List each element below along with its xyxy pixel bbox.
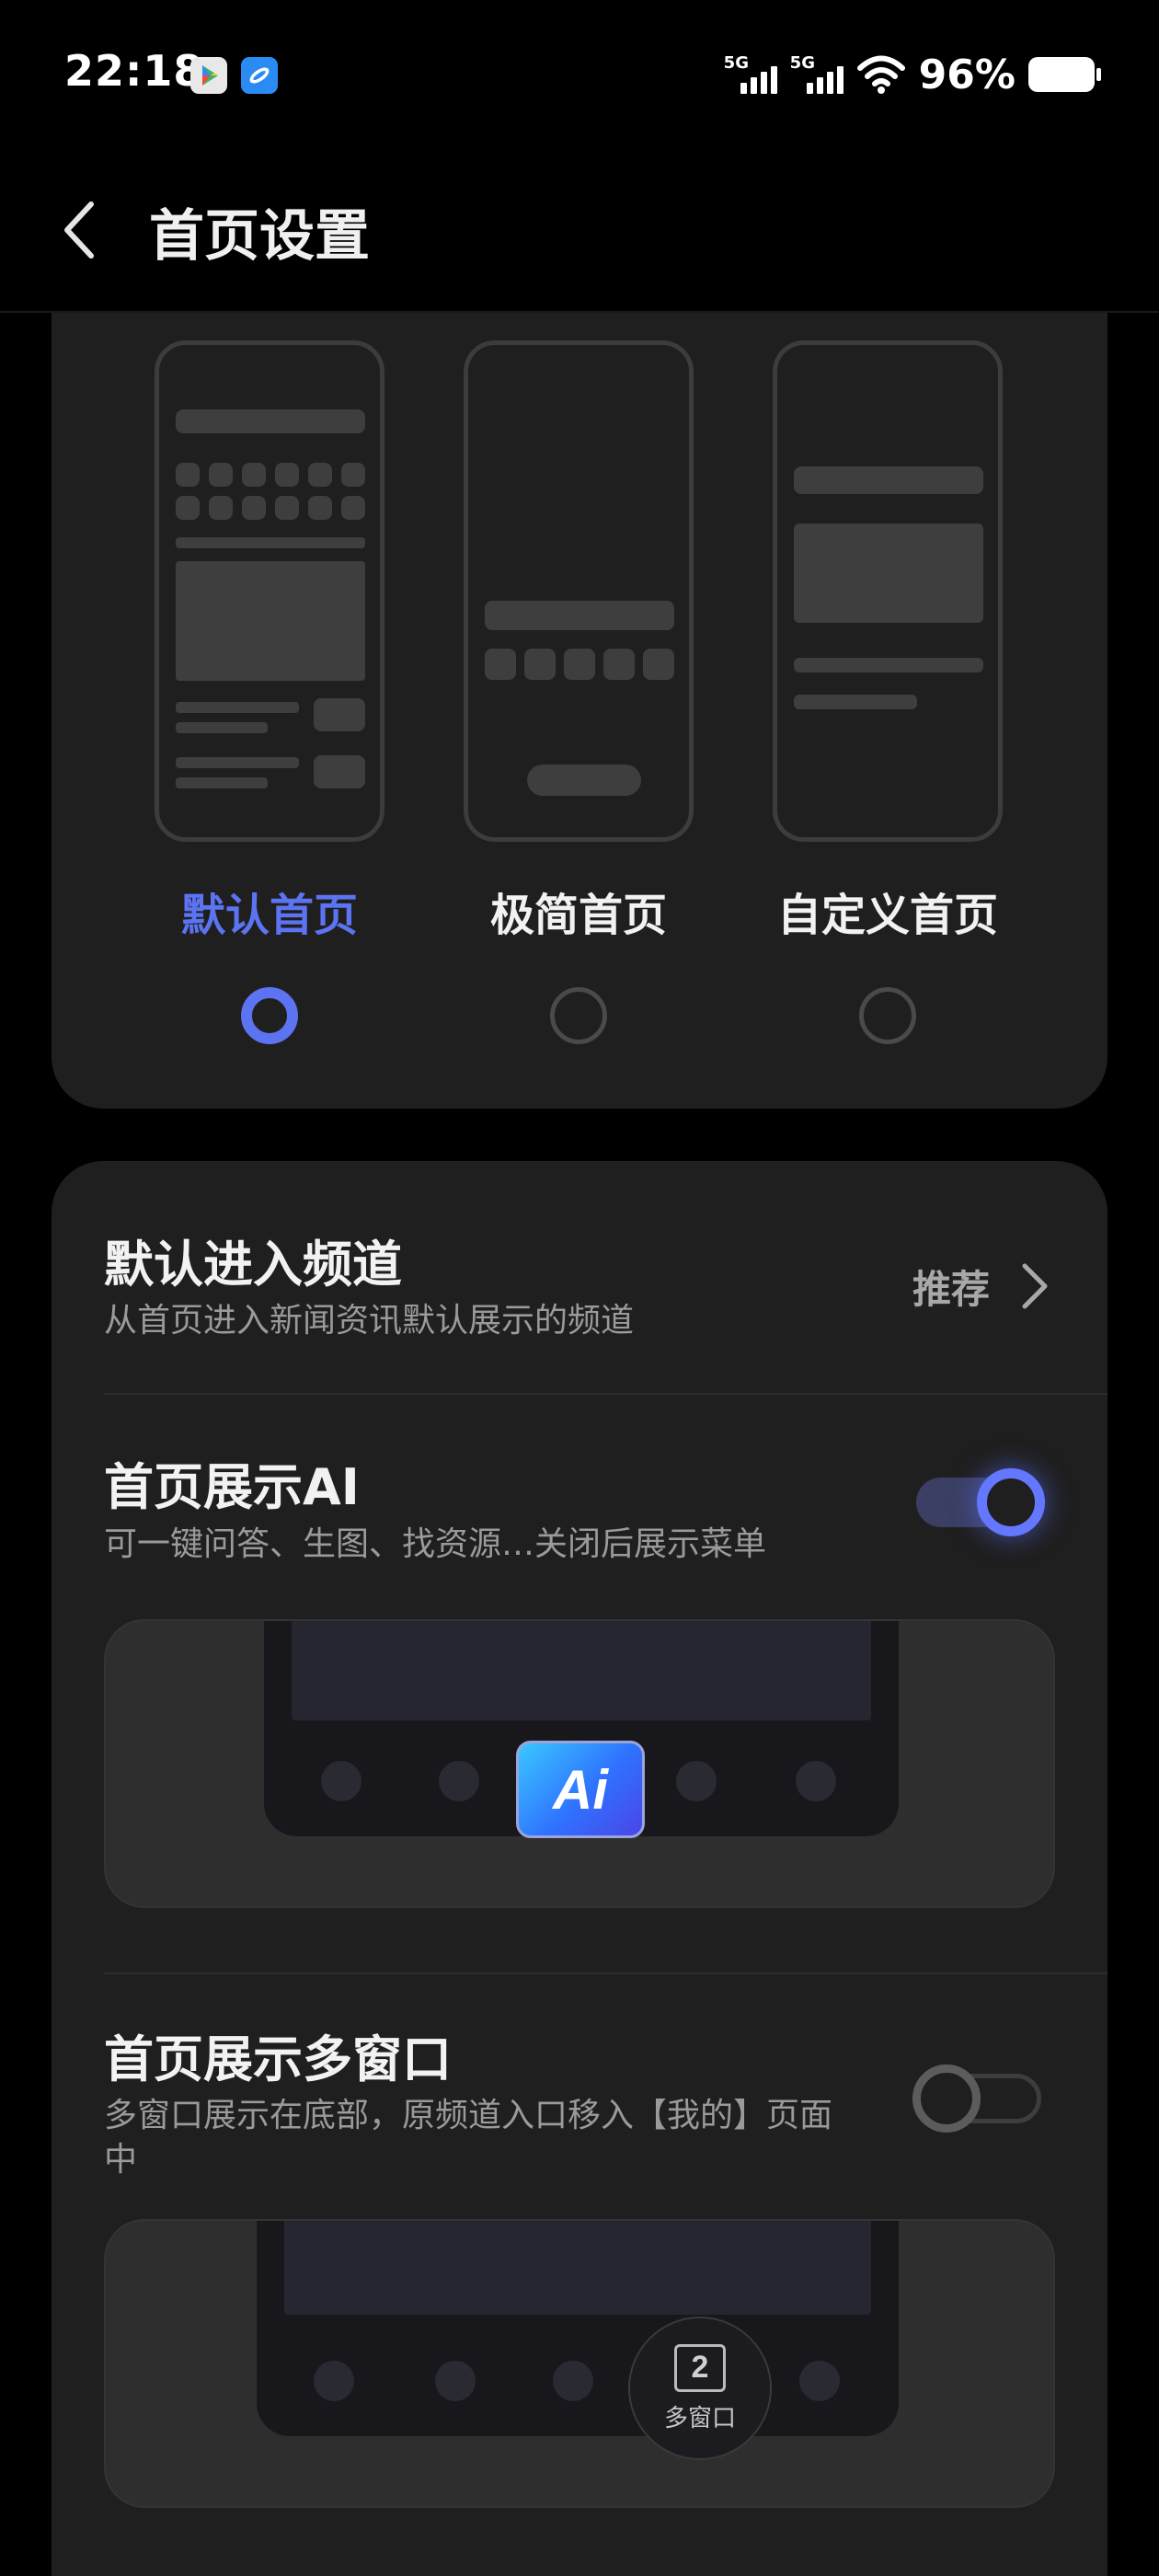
- show-ai-title: 首页展示AI: [104, 1458, 360, 1516]
- style-label-minimal[interactable]: 极简首页: [427, 879, 730, 943]
- ai-badge-icon: Ai: [516, 1741, 645, 1838]
- battery-percent: 96%: [918, 51, 1016, 98]
- settings-card: 默认进入频道 从首页进入新闻资讯默认展示的频道 推荐 首页展示AI 可一键问答、…: [52, 1161, 1107, 2576]
- status-time: 22:18: [64, 46, 204, 96]
- status-bar: 22:18 5G 5G 96%: [0, 0, 1159, 152]
- show-multiwindow-title: 首页展示多窗口: [104, 2030, 452, 2088]
- style-label-default[interactable]: 默认首页: [118, 879, 421, 943]
- radio-custom-home[interactable]: [859, 987, 916, 1044]
- multiwindow-count: 2: [674, 2343, 726, 2392]
- app-blue-icon: [241, 57, 278, 94]
- divider: [104, 1972, 1107, 1974]
- default-channel-subtitle: 从首页进入新闻资讯默认展示的频道: [104, 1302, 635, 1340]
- google-play-icon: [190, 57, 227, 94]
- multiwindow-preview-image: 2 多窗口: [104, 2219, 1055, 2508]
- radio-default-home[interactable]: [241, 987, 298, 1044]
- default-home-preview[interactable]: [155, 340, 384, 842]
- back-button[interactable]: [37, 189, 120, 271]
- battery-icon: [1028, 57, 1101, 92]
- chevron-left-icon: [64, 201, 94, 259]
- signal-icon: 5G: [790, 52, 843, 98]
- default-channel-title: 默认进入频道: [104, 1236, 402, 1294]
- chevron-right-icon: [1022, 1263, 1048, 1309]
- radio-minimal-home[interactable]: [550, 987, 607, 1044]
- multiwindow-badge: 2 多窗口: [628, 2317, 772, 2460]
- style-label-custom[interactable]: 自定义首页: [736, 879, 1039, 943]
- ai-preview-image: Ai: [104, 1619, 1055, 1908]
- show-multiwindow-toggle[interactable]: [912, 2064, 1041, 2133]
- wifi-icon: [856, 54, 906, 95]
- default-channel-row[interactable]: 默认进入频道 从首页进入新闻资讯默认展示的频道 推荐: [52, 1161, 1107, 1393]
- custom-home-preview[interactable]: [773, 340, 1003, 842]
- signal-icon: 5G: [724, 52, 777, 98]
- multiwindow-label: 多窗口: [663, 2404, 736, 2432]
- show-multiwindow-subtitle: 多窗口展示在底部，原频道入口移入【我的】页面中: [104, 2097, 833, 2179]
- app-header: 首页设置: [0, 152, 1159, 313]
- home-style-card: 默认首页 极简首页 自定义首页: [52, 313, 1107, 1109]
- show-ai-subtitle: 可一键问答、生图、找资源…关闭后展示菜单: [104, 1525, 767, 1563]
- minimal-home-preview[interactable]: [464, 340, 694, 842]
- page-title: 首页设置: [149, 204, 370, 269]
- divider: [104, 1393, 1107, 1395]
- show-ai-toggle[interactable]: [916, 1468, 1045, 1536]
- default-channel-value: 推荐: [912, 1267, 990, 1312]
